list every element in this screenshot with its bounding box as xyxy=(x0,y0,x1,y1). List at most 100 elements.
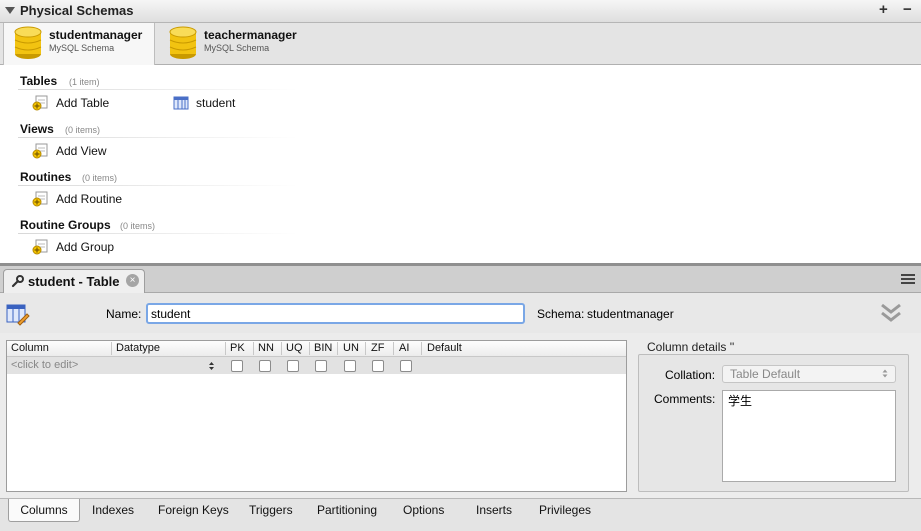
section-divider xyxy=(18,137,298,138)
editor-tab-label: student - Table xyxy=(28,274,120,289)
header-separator xyxy=(365,342,366,355)
ai-checkbox[interactable] xyxy=(400,360,412,372)
section-divider xyxy=(18,233,298,234)
header-pk[interactable]: PK xyxy=(230,342,245,354)
views-section-title: Views xyxy=(20,122,54,136)
add-view-button[interactable]: Add View xyxy=(32,142,152,160)
add-group-button[interactable]: Add Group xyxy=(32,238,152,256)
close-icon[interactable]: × xyxy=(126,274,139,287)
collation-select[interactable]: Table Default xyxy=(722,365,896,383)
editor-tab-bar: student - Table × xyxy=(0,266,921,293)
tables-count: (1 item) xyxy=(69,77,100,87)
column-details-panel: Collation: Table Default Comments: 学生 xyxy=(638,354,909,492)
datatype-stepper-icon[interactable] xyxy=(208,361,215,371)
header-nn[interactable]: NN xyxy=(258,342,274,354)
bin-checkbox[interactable] xyxy=(315,360,327,372)
schema-type: MySQL Schema xyxy=(204,43,270,53)
tab-partitioning[interactable]: Partitioning xyxy=(317,499,377,521)
tab-inserts[interactable]: Inserts xyxy=(476,499,512,521)
tab-options[interactable]: Options xyxy=(403,499,444,521)
table-item-student[interactable]: student xyxy=(173,94,273,112)
routines-count: (0 items) xyxy=(82,173,118,183)
column-details-title: Column details '' xyxy=(647,340,735,354)
schema-tab-studentmanager[interactable]: studentmanager MySQL Schema xyxy=(3,23,155,65)
select-arrows-icon xyxy=(882,369,888,378)
header-separator xyxy=(337,342,338,355)
double-chevron-down-icon[interactable] xyxy=(880,303,902,323)
header-separator xyxy=(309,342,310,355)
routine-groups-section-title: Routine Groups xyxy=(20,218,111,232)
header-column[interactable]: Column xyxy=(11,342,49,354)
tab-indexes[interactable]: Indexes xyxy=(92,499,134,521)
comments-textarea[interactable]: 学生 xyxy=(722,390,896,482)
header-separator xyxy=(281,342,282,355)
comments-value: 学生 xyxy=(728,394,753,408)
tab-triggers[interactable]: Triggers xyxy=(249,499,293,521)
header-bin[interactable]: BIN xyxy=(314,342,332,354)
routine-groups-count: (0 items) xyxy=(120,221,156,231)
comments-label: Comments: xyxy=(654,392,716,406)
schema-name: teachermanager xyxy=(204,28,297,42)
wrench-icon xyxy=(11,275,24,288)
physical-schemas-header: Physical Schemas + − xyxy=(0,0,921,23)
panel-title: Physical Schemas xyxy=(20,3,134,18)
tab-columns[interactable]: Columns xyxy=(8,499,80,522)
header-separator xyxy=(111,342,112,355)
remove-schema-button[interactable]: − xyxy=(903,1,912,18)
add-group-label: Add Group xyxy=(56,240,115,254)
add-schema-button[interactable]: + xyxy=(879,1,888,18)
schema-value: studentmanager xyxy=(587,307,674,321)
pk-checkbox[interactable] xyxy=(231,360,243,372)
tab-privileges[interactable]: Privileges xyxy=(539,499,591,521)
nn-checkbox[interactable] xyxy=(259,360,271,372)
add-table-button[interactable]: Add Table xyxy=(32,94,152,112)
schema-objects-panel: Tables (1 item) Add Table student Views … xyxy=(0,65,921,263)
header-separator xyxy=(253,342,254,355)
tab-student-table[interactable]: student - Table × xyxy=(3,269,145,293)
add-item-icon xyxy=(32,191,48,207)
header-ai[interactable]: AI xyxy=(399,342,409,354)
add-view-label: Add View xyxy=(56,144,107,158)
schema-type: MySQL Schema xyxy=(49,43,115,53)
editor-bottom-tabs: Columns Indexes Foreign Keys Triggers Pa… xyxy=(0,498,921,531)
header-zf[interactable]: ZF xyxy=(371,342,384,354)
uq-checkbox[interactable] xyxy=(287,360,299,372)
add-routine-button[interactable]: Add Routine xyxy=(32,190,152,208)
routines-section-title: Routines xyxy=(20,170,72,184)
header-default[interactable]: Default xyxy=(427,342,462,354)
header-separator xyxy=(225,342,226,355)
section-divider xyxy=(18,89,298,90)
section-divider xyxy=(18,185,298,186)
collation-label: Collation: xyxy=(665,368,716,382)
schema-name: studentmanager xyxy=(49,28,143,42)
header-separator xyxy=(393,342,394,355)
zf-checkbox[interactable] xyxy=(372,360,384,372)
table-icon xyxy=(173,96,189,110)
new-column-placeholder[interactable]: <click to edit> xyxy=(11,359,78,371)
schema-tabs: studentmanager MySQL Schema teachermanag… xyxy=(0,23,921,65)
un-checkbox[interactable] xyxy=(344,360,356,372)
collation-value: Table Default xyxy=(730,367,801,381)
collapse-triangle-icon[interactable] xyxy=(5,7,15,14)
header-separator xyxy=(421,342,422,355)
add-item-icon xyxy=(32,95,48,111)
table-row[interactable]: <click to edit> xyxy=(7,357,626,374)
tab-foreign-keys[interactable]: Foreign Keys xyxy=(158,499,229,521)
header-uq[interactable]: UQ xyxy=(286,342,303,354)
menu-icon[interactable] xyxy=(900,272,916,286)
table-name-input[interactable] xyxy=(146,303,525,324)
grid-header: Column Datatype PK NN UQ BIN UN ZF AI De… xyxy=(7,341,626,357)
add-routine-label: Add Routine xyxy=(56,192,123,206)
database-icon xyxy=(14,26,42,59)
columns-grid[interactable]: Column Datatype PK NN UQ BIN UN ZF AI De… xyxy=(6,340,627,492)
table-editor-header: Name: Schema: studentmanager xyxy=(0,293,921,333)
header-un[interactable]: UN xyxy=(343,342,359,354)
add-item-icon xyxy=(32,239,48,255)
database-icon xyxy=(169,26,197,59)
table-item-label: student xyxy=(196,96,236,110)
schema-tab-teachermanager[interactable]: teachermanager MySQL Schema xyxy=(160,23,310,64)
header-datatype[interactable]: Datatype xyxy=(116,342,160,354)
add-item-icon xyxy=(32,143,48,159)
add-table-label: Add Table xyxy=(56,96,110,110)
table-edit-icon xyxy=(6,304,30,326)
